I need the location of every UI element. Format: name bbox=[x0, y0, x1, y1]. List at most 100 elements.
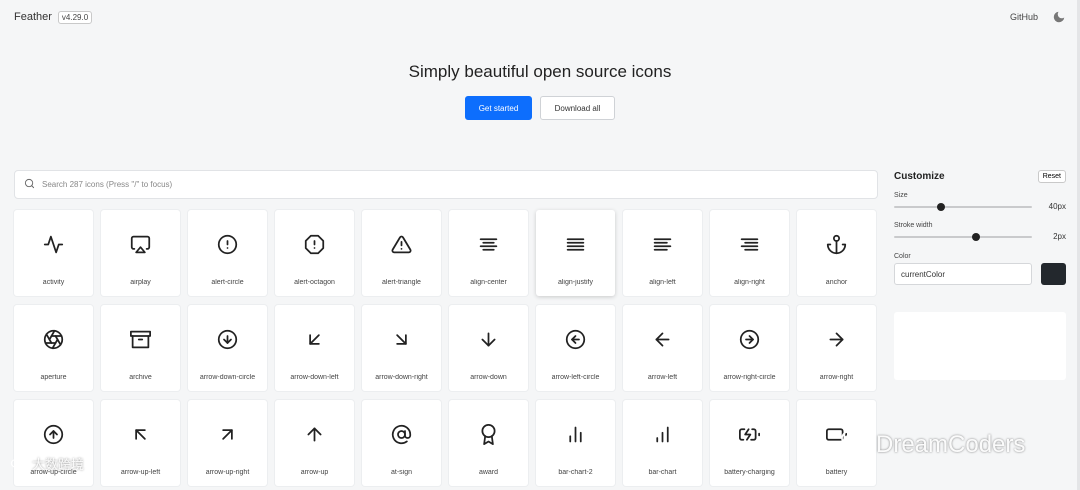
stroke-slider-handle[interactable] bbox=[972, 232, 980, 241]
arrow-up-circle-icon bbox=[43, 424, 64, 445]
alert-octagon-icon bbox=[304, 234, 325, 255]
search-input[interactable] bbox=[42, 180, 842, 189]
icon-tile[interactable]: bar-chart-2 bbox=[536, 400, 615, 486]
anchor-icon bbox=[826, 234, 847, 255]
icon-tile[interactable]: alert-circle bbox=[188, 210, 267, 296]
size-slider-handle[interactable] bbox=[936, 202, 945, 211]
alert-circle-icon bbox=[217, 234, 238, 255]
github-link[interactable]: GitHub bbox=[1010, 12, 1038, 22]
icon-label: battery bbox=[825, 469, 848, 476]
icon-tile[interactable]: arrow-up-left bbox=[101, 400, 180, 486]
icon-label: align-center bbox=[470, 279, 507, 286]
icon-tile[interactable]: arrow-down-right bbox=[362, 305, 441, 391]
moon-icon[interactable] bbox=[1052, 10, 1066, 24]
customize-header: Customize Reset bbox=[894, 170, 1066, 183]
icon-tile[interactable]: align-left bbox=[623, 210, 702, 296]
customize-title: Customize bbox=[894, 171, 945, 182]
size-label: Size bbox=[894, 192, 908, 199]
icon-label: aperture bbox=[40, 374, 67, 381]
watermark-right: DreamCoders bbox=[840, 428, 1025, 461]
icon-tile[interactable]: align-justify bbox=[536, 210, 615, 296]
icon-label: arrow-down-circle bbox=[199, 374, 256, 381]
arrow-down-left-icon bbox=[309, 334, 320, 345]
wechat-icon bbox=[840, 428, 870, 461]
arrow-up-left-icon bbox=[135, 429, 146, 440]
watermark-left: 大数跨境 bbox=[8, 454, 84, 473]
icon-label: align-right bbox=[734, 279, 765, 286]
download-all-button[interactable]: Download all bbox=[540, 96, 615, 120]
icon-tile[interactable]: align-center bbox=[449, 210, 528, 296]
stroke-row: 2px bbox=[894, 232, 1066, 241]
icon-tile[interactable]: archive bbox=[101, 305, 180, 391]
icon-tile[interactable]: arrow-down-left bbox=[275, 305, 354, 391]
align-left-icon bbox=[653, 238, 672, 251]
color-swatch[interactable] bbox=[1041, 263, 1066, 285]
alert-triangle-icon bbox=[391, 235, 412, 254]
icon-label: airplay bbox=[130, 279, 151, 286]
icon-label: battery-charging bbox=[724, 469, 775, 476]
icon-tile[interactable]: anchor bbox=[797, 210, 876, 296]
icon-tile[interactable]: arrow-down-circle bbox=[188, 305, 267, 391]
size-row: 40px bbox=[894, 202, 1066, 211]
arrow-down-icon bbox=[481, 332, 496, 347]
icon-label: bar-chart bbox=[648, 469, 677, 476]
icon-label: align-justify bbox=[557, 279, 593, 286]
arrow-up-icon bbox=[307, 427, 322, 442]
icon-label: anchor bbox=[825, 279, 848, 286]
customize-panel: Customize Reset Size 40px Stroke width 2… bbox=[894, 170, 1066, 285]
icon-label: at-sign bbox=[390, 469, 412, 476]
size-slider[interactable] bbox=[894, 202, 1032, 211]
icon-label: bar-chart-2 bbox=[558, 469, 593, 476]
stroke-width-slider[interactable] bbox=[894, 232, 1032, 241]
icon-tile[interactable]: arrow-left bbox=[623, 305, 702, 391]
arrow-down-right-icon bbox=[396, 334, 407, 345]
bar-chart-2-icon bbox=[569, 426, 582, 443]
weibo-icon bbox=[8, 454, 28, 473]
hero: Simply beautiful open source icons Get s… bbox=[0, 62, 1080, 120]
icon-tile[interactable]: arrow-right bbox=[797, 305, 876, 391]
icon-tile[interactable]: arrow-down bbox=[449, 305, 528, 391]
brand[interactable]: Feather v4.29.0 bbox=[14, 10, 93, 24]
icon-tile[interactable]: arrow-left-circle bbox=[536, 305, 615, 391]
watermark-left-text: 大数跨境 bbox=[32, 457, 85, 472]
stroke-width-label: Stroke width bbox=[894, 222, 933, 229]
color-input[interactable] bbox=[894, 263, 1032, 285]
icon-label: arrow-right bbox=[819, 374, 854, 381]
size-slider-track bbox=[894, 205, 1032, 208]
icon-tile[interactable]: alert-octagon bbox=[275, 210, 354, 296]
icon-tile[interactable]: at-sign bbox=[362, 400, 441, 486]
award-icon bbox=[481, 424, 496, 445]
icon-tile[interactable]: aperture bbox=[14, 305, 93, 391]
preview-box bbox=[894, 312, 1066, 380]
aperture-icon bbox=[43, 329, 64, 350]
stroke-width-value: 2px bbox=[1053, 232, 1066, 241]
icon-label: award bbox=[478, 469, 499, 476]
airplay-icon bbox=[130, 235, 151, 254]
icon-tile[interactable]: alert-triangle bbox=[362, 210, 441, 296]
icon-label: arrow-down bbox=[470, 374, 507, 381]
icon-label: arrow-down-left bbox=[290, 374, 339, 381]
search-icon bbox=[24, 176, 35, 194]
icon-tile[interactable]: arrow-up-right bbox=[188, 400, 267, 486]
watermark-right-text: DreamCoders bbox=[876, 430, 1026, 458]
icon-tile[interactable]: align-right bbox=[710, 210, 789, 296]
get-started-button[interactable]: Get started bbox=[465, 96, 532, 120]
icon-tile[interactable]: arrow-up-circle bbox=[14, 400, 93, 486]
color-label: Color bbox=[894, 253, 911, 260]
brand-name[interactable]: Feather bbox=[14, 11, 52, 23]
icon-tile[interactable]: bar-chart bbox=[623, 400, 702, 486]
icon-tile[interactable]: arrow-up bbox=[275, 400, 354, 486]
icon-tile[interactable]: battery-charging bbox=[710, 400, 789, 486]
reset-button[interactable]: Reset bbox=[1037, 170, 1066, 183]
icon-tile[interactable]: airplay bbox=[101, 210, 180, 296]
icon-label: arrow-right-circle bbox=[723, 374, 776, 381]
icon-tile[interactable]: arrow-right-circle bbox=[710, 305, 789, 391]
version-badge: v4.29.0 bbox=[57, 10, 93, 24]
icon-label: arrow-left-circle bbox=[551, 374, 600, 381]
arrow-right-icon bbox=[829, 332, 844, 347]
icon-tile[interactable]: award bbox=[449, 400, 528, 486]
stroke-slider-track bbox=[894, 235, 1032, 238]
icon-tile[interactable]: activity bbox=[14, 210, 93, 296]
search-bar[interactable] bbox=[14, 170, 878, 199]
icon-label: alert-octagon bbox=[294, 279, 335, 286]
